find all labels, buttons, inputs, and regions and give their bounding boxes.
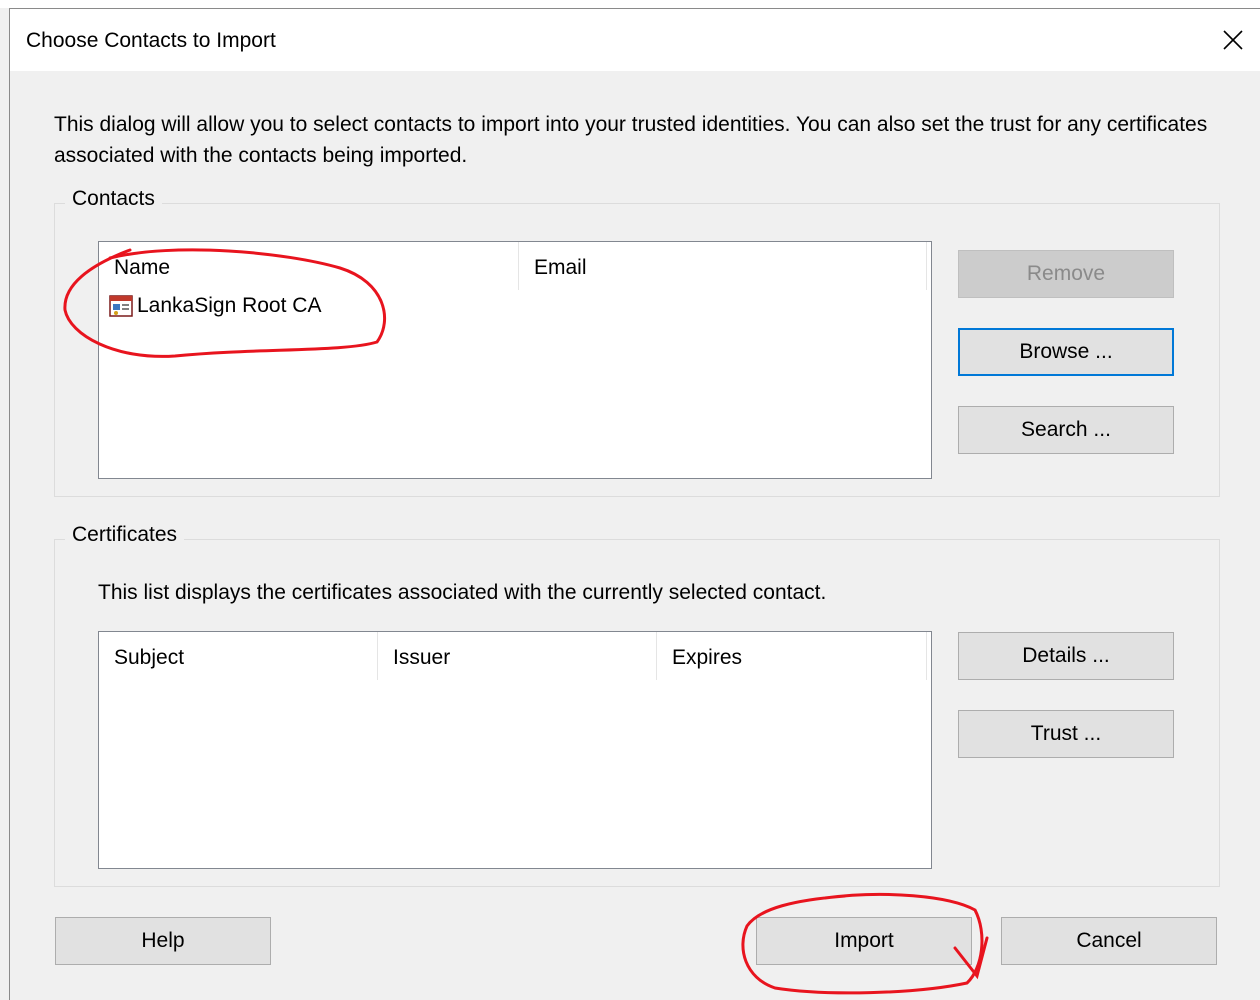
browse-button[interactable]: Browse ... — [958, 328, 1174, 376]
certificates-column-issuer[interactable]: Issuer — [378, 632, 657, 680]
search-button[interactable]: Search ... — [958, 406, 1174, 454]
dialog-titlebar: Choose Contacts to Import — [10, 9, 1260, 71]
remove-button[interactable]: Remove — [958, 250, 1174, 298]
certificates-group-legend: Certificates — [65, 523, 185, 547]
contacts-column-name[interactable]: Name — [99, 242, 519, 290]
certificate-contact-icon — [109, 295, 133, 317]
certificates-description: This list displays the certificates asso… — [98, 581, 827, 604]
contacts-group: Contacts Name Email LankaSign Root CA Re… — [54, 187, 1220, 497]
cancel-button[interactable]: Cancel — [1001, 917, 1217, 965]
certificates-list[interactable]: Subject Issuer Expires — [98, 631, 932, 869]
contact-row[interactable]: LankaSign Root CA — [109, 294, 321, 318]
dialog-title: Choose Contacts to Import — [26, 29, 276, 52]
certificates-column-subject[interactable]: Subject — [99, 632, 378, 680]
background-window-strip — [0, 0, 1260, 8]
choose-contacts-dialog: Choose Contacts to Import This dialog wi… — [9, 8, 1260, 1000]
contact-name: LankaSign Root CA — [137, 294, 322, 317]
details-button[interactable]: Details ... — [958, 632, 1174, 680]
close-icon — [1223, 30, 1243, 50]
close-button[interactable] — [1216, 23, 1250, 57]
certificates-group: Certificates This list displays the cert… — [54, 523, 1220, 887]
trust-button[interactable]: Trust ... — [958, 710, 1174, 758]
contacts-column-email[interactable]: Email — [519, 242, 927, 290]
dialog-intro-text: This dialog will allow you to select con… — [54, 113, 1208, 167]
help-button[interactable]: Help — [55, 917, 271, 965]
certificates-column-expires[interactable]: Expires — [657, 632, 927, 680]
contacts-group-legend: Contacts — [65, 187, 162, 211]
contacts-list[interactable]: Name Email LankaSign Root CA — [98, 241, 932, 479]
import-button[interactable]: Import — [756, 917, 972, 965]
